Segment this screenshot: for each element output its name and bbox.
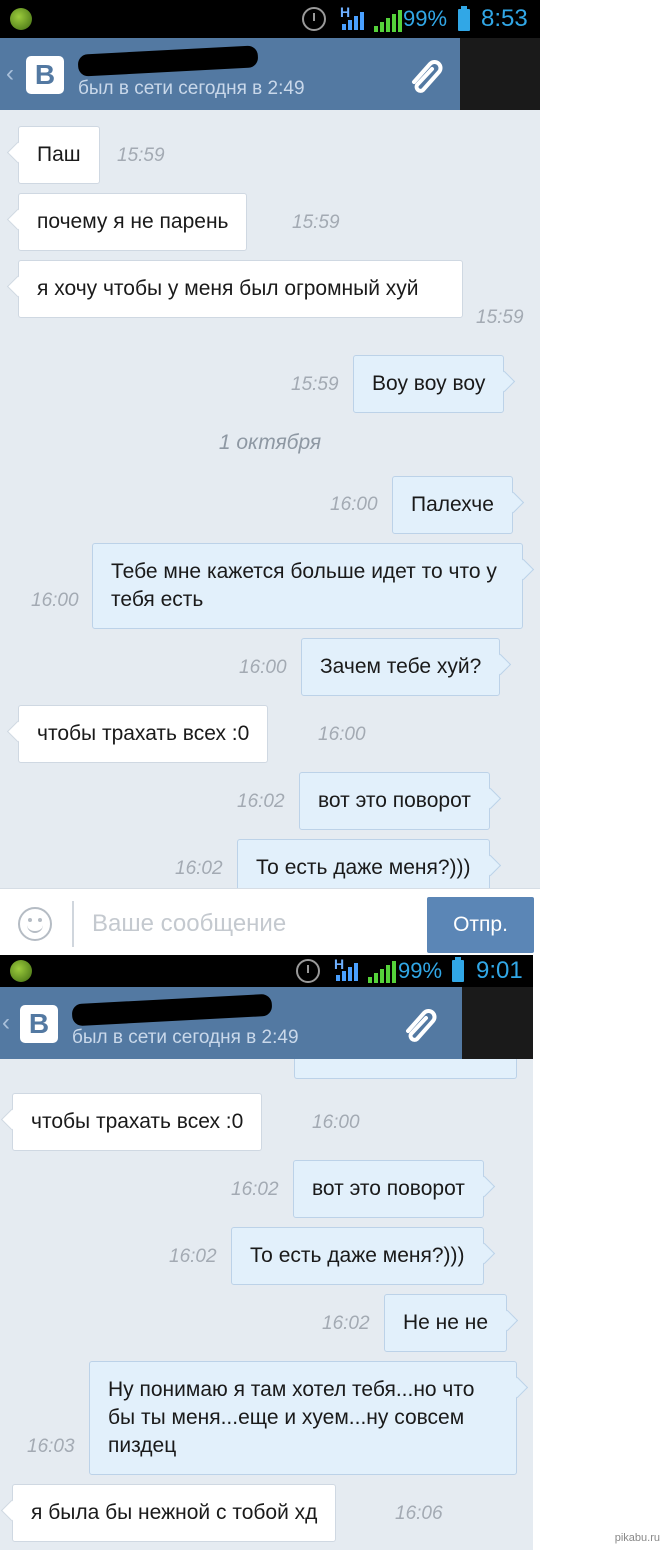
chat-screenshot-2: H 99% 9:01 ‹ B был в сети сегодня в 2:49… xyxy=(0,955,533,1550)
last-seen-status: был в сети сегодня в 2:49 xyxy=(72,1027,299,1048)
message-bubble-outgoing[interactable]: То есть даже меня?))) xyxy=(231,1227,484,1285)
alarm-icon xyxy=(296,959,320,983)
send-button[interactable]: Отпр. xyxy=(427,897,534,953)
message-time: 16:02 xyxy=(231,1179,279,1200)
message-bubble-outgoing[interactable]: Палехче xyxy=(392,476,513,534)
message-time: 16:00 xyxy=(330,494,378,515)
cell-signal-icon xyxy=(374,10,402,32)
message-time: 15:59 xyxy=(476,307,524,328)
message-time: 15:59 xyxy=(117,145,165,166)
message-time: 16:02 xyxy=(237,791,285,812)
alarm-icon xyxy=(302,7,326,31)
message-bubble-outgoing[interactable]: Ну понимаю я там хотел тебя...но что бы … xyxy=(89,1361,517,1475)
chat-screenshot-1: H 99% 8:53 ‹ B был в сети сегодня в 2:49… xyxy=(0,0,540,953)
message-time: 16:06 xyxy=(395,1503,443,1524)
message-bubble-outgoing[interactable]: Тебе мне кажется больше идет то что у те… xyxy=(92,543,523,629)
message-bubble-incoming[interactable]: я была бы нежной с тобой хд xyxy=(12,1484,337,1542)
status-clock: 8:53 xyxy=(481,5,528,32)
message-bubble-outgoing[interactable]: Зачем тебе хуй? xyxy=(301,638,501,696)
contact-name-redacted xyxy=(71,993,273,1027)
smiley-icon[interactable] xyxy=(18,907,52,941)
message-time: 16:02 xyxy=(169,1246,217,1267)
message-bubble-incoming[interactable]: чтобы трахать всех :0 xyxy=(18,705,269,763)
status-bar: H 99% 9:01 xyxy=(0,955,533,987)
app-notification-icon xyxy=(10,8,32,30)
date-separator: 1 октября xyxy=(218,431,322,454)
message-bubble-incoming[interactable]: почему я не парень xyxy=(18,193,248,251)
status-bar: H 99% 8:53 xyxy=(0,0,540,38)
message-time: 15:59 xyxy=(292,212,340,233)
message-bubble-incoming[interactable]: чтобы трахать всех :0 xyxy=(12,1093,263,1151)
message-bubble-incoming[interactable]: Паш xyxy=(18,126,100,184)
back-chevron-icon[interactable]: ‹ xyxy=(2,1009,10,1037)
composer-divider xyxy=(72,901,74,947)
vk-logo[interactable]: B xyxy=(26,56,64,94)
chat-header: ‹ B был в сети сегодня в 2:49 xyxy=(0,987,533,1059)
paperclip-icon[interactable] xyxy=(398,1001,442,1045)
message-time: 16:00 xyxy=(239,657,287,678)
message-bubble-cut-off xyxy=(294,1059,517,1079)
message-time: 16:03 xyxy=(27,1436,75,1457)
message-bubble-outgoing[interactable]: вот это поворот xyxy=(293,1160,484,1218)
message-bubble-incoming[interactable]: я хочу чтобы у меня был огромный хуй xyxy=(18,260,463,318)
paperclip-icon[interactable] xyxy=(404,52,448,96)
message-time: 16:02 xyxy=(322,1313,370,1334)
contact-avatar[interactable] xyxy=(460,38,540,110)
message-time: 16:02 xyxy=(175,858,223,879)
message-bubble-outgoing[interactable]: Воу воу воу xyxy=(353,355,505,413)
data-signal-icon xyxy=(336,963,358,981)
watermark: pikabu.ru xyxy=(614,1532,660,1544)
back-chevron-icon[interactable]: ‹ xyxy=(6,60,14,88)
app-notification-icon xyxy=(10,960,32,982)
battery-icon xyxy=(452,957,464,982)
message-time: 16:00 xyxy=(31,590,79,611)
contact-name-redacted xyxy=(77,45,259,77)
message-composer: Отпр. xyxy=(0,888,540,953)
status-clock: 9:01 xyxy=(476,957,523,984)
cell-signal-icon xyxy=(368,961,396,983)
chat-header: ‹ B был в сети сегодня в 2:49 xyxy=(0,38,540,110)
vk-logo[interactable]: B xyxy=(20,1005,58,1043)
data-signal-icon xyxy=(342,12,364,30)
message-time: 15:59 xyxy=(291,374,339,395)
battery-icon xyxy=(458,6,470,31)
message-time: 16:00 xyxy=(318,724,366,745)
battery-percent: 99% xyxy=(403,6,448,31)
message-bubble-outgoing[interactable]: Не не не xyxy=(384,1294,508,1352)
battery-percent: 99% xyxy=(398,958,443,983)
last-seen-status: был в сети сегодня в 2:49 xyxy=(78,78,305,99)
message-time: 16:00 xyxy=(312,1112,360,1133)
message-bubble-outgoing[interactable]: вот это поворот xyxy=(299,772,490,830)
contact-avatar[interactable] xyxy=(462,987,533,1059)
message-input[interactable] xyxy=(92,907,412,941)
